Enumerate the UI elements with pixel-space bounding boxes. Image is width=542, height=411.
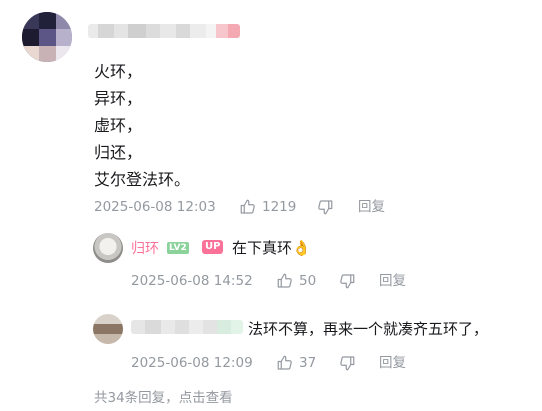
up-badge: UP — [202, 240, 224, 254]
view-more-link[interactable]: 点击查看 — [179, 390, 233, 406]
comment-line: 归还， — [94, 143, 143, 162]
reply-button[interactable]: 回复 — [379, 353, 406, 373]
reply-meta: 2025-06-08 14:52 50 回复 — [131, 271, 511, 291]
avatar[interactable] — [93, 314, 123, 344]
comment-line: 异环， — [94, 89, 143, 108]
like-count: 1219 — [262, 199, 297, 215]
username-blurred[interactable] — [88, 24, 240, 38]
timestamp: 2025-06-08 12:03 — [94, 199, 216, 215]
comment-line: 虚环， — [94, 116, 143, 135]
thumb-up-icon[interactable] — [276, 354, 294, 372]
like-count: 37 — [299, 355, 317, 371]
reply-count-summary: 共34条回复， — [94, 390, 179, 406]
comment-meta: 2025-06-08 12:03 1219 回复 — [94, 197, 514, 217]
thumb-up-icon[interactable] — [239, 198, 257, 216]
reply-username[interactable]: 归环 — [131, 238, 159, 258]
comment-line: 艾尔登法环。 — [94, 170, 191, 189]
level-badge: LV2 — [167, 242, 189, 254]
thumb-up-icon[interactable] — [276, 272, 294, 290]
timestamp: 2025-06-08 14:52 — [131, 273, 253, 289]
thumb-down-icon[interactable] — [338, 272, 356, 290]
thumb-down-icon[interactable] — [338, 354, 356, 372]
username-blurred[interactable] — [131, 320, 243, 334]
view-more-replies: 共34条回复，点击查看 — [94, 386, 233, 406]
avatar[interactable] — [22, 12, 72, 62]
reply-button[interactable]: 回复 — [379, 271, 406, 291]
like-count: 50 — [299, 273, 317, 289]
reply-text: 法环不算，再来一个就凑齐五环了， — [248, 320, 489, 338]
reply-text-content: 在下真环 — [232, 239, 293, 257]
ok-hand-emoji: 👌 — [292, 239, 311, 257]
reply-meta: 2025-06-08 12:09 37 回复 — [131, 353, 511, 373]
timestamp: 2025-06-08 12:09 — [131, 355, 253, 371]
comment-body: 火环， 异环， 虚环， 归还， 艾尔登法环。 — [94, 58, 190, 193]
reply-button[interactable]: 回复 — [358, 197, 385, 217]
thumb-down-icon[interactable] — [316, 198, 334, 216]
comment-line: 火环， — [94, 62, 143, 81]
avatar[interactable] — [93, 233, 123, 263]
reply-text: 在下真环👌 — [232, 237, 311, 258]
